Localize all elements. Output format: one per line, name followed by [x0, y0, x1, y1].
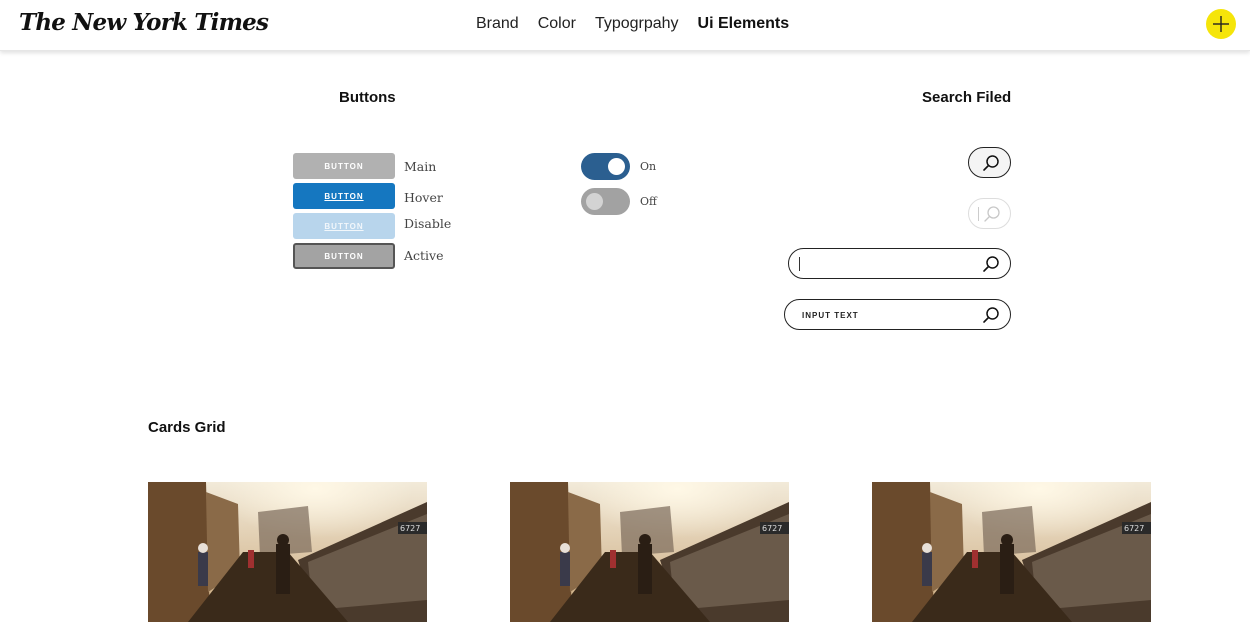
train-number: 6727	[1124, 524, 1144, 533]
disabled-button: BUTTON	[293, 213, 395, 239]
card-3[interactable]: 6727	[872, 482, 1151, 622]
hover-button[interactable]: BUTTON	[293, 183, 395, 209]
nav-item-ui-elements[interactable]: Ui Elements	[698, 15, 790, 33]
search-field-filled[interactable]	[784, 299, 1011, 330]
search-section-title: Search Filed	[922, 89, 1012, 106]
nav-item-typography[interactable]: Typogrpahy	[595, 15, 679, 33]
search-icon	[983, 155, 999, 171]
buttons-section-title: Buttons	[339, 89, 396, 106]
main-button[interactable]: BUTTON	[293, 153, 395, 179]
search-button-collapsed[interactable]	[968, 147, 1011, 178]
nav-item-brand[interactable]: Brand	[476, 15, 519, 33]
search-button-disabled	[968, 198, 1011, 229]
add-button[interactable]	[1206, 9, 1236, 39]
nav-item-color[interactable]: Color	[538, 15, 576, 33]
toggle-knob	[586, 193, 603, 210]
train-number: 6727	[762, 524, 782, 533]
toggle-knob	[608, 158, 625, 175]
search-icon[interactable]	[982, 255, 1000, 273]
toggle-off-label: Off	[640, 195, 657, 208]
plus-icon	[1213, 16, 1229, 32]
top-header: The New York Times Brand Color Typogrpah…	[0, 0, 1250, 51]
toggle-on[interactable]	[581, 153, 630, 180]
active-button-caption: Active	[404, 248, 444, 263]
hover-button-caption: Hover	[404, 190, 443, 205]
main-button-caption: Main	[404, 159, 437, 174]
card-1[interactable]: 6727	[148, 482, 427, 622]
search-field-empty[interactable]	[788, 248, 1011, 279]
search-input[interactable]	[802, 308, 972, 322]
train-number: 6727	[400, 524, 420, 533]
text-caret	[799, 257, 800, 271]
text-caret	[978, 207, 979, 221]
toggle-off[interactable]	[581, 188, 630, 215]
subway-platform-photo: 6727	[872, 482, 1151, 622]
search-icon[interactable]	[982, 306, 1000, 324]
cards-section-title: Cards Grid	[148, 419, 226, 436]
card-2[interactable]: 6727	[510, 482, 789, 622]
main-nav: Brand Color Typogrpahy Ui Elements	[476, 15, 789, 33]
subway-platform-photo: 6727	[148, 482, 427, 622]
subway-platform-photo: 6727	[510, 482, 789, 622]
toggle-on-label: On	[640, 160, 657, 173]
disabled-button-caption: Disable	[404, 216, 452, 231]
active-button[interactable]: BUTTON	[293, 243, 395, 269]
nyt-logo[interactable]: The New York Times	[19, 9, 269, 36]
search-icon	[984, 206, 1000, 222]
